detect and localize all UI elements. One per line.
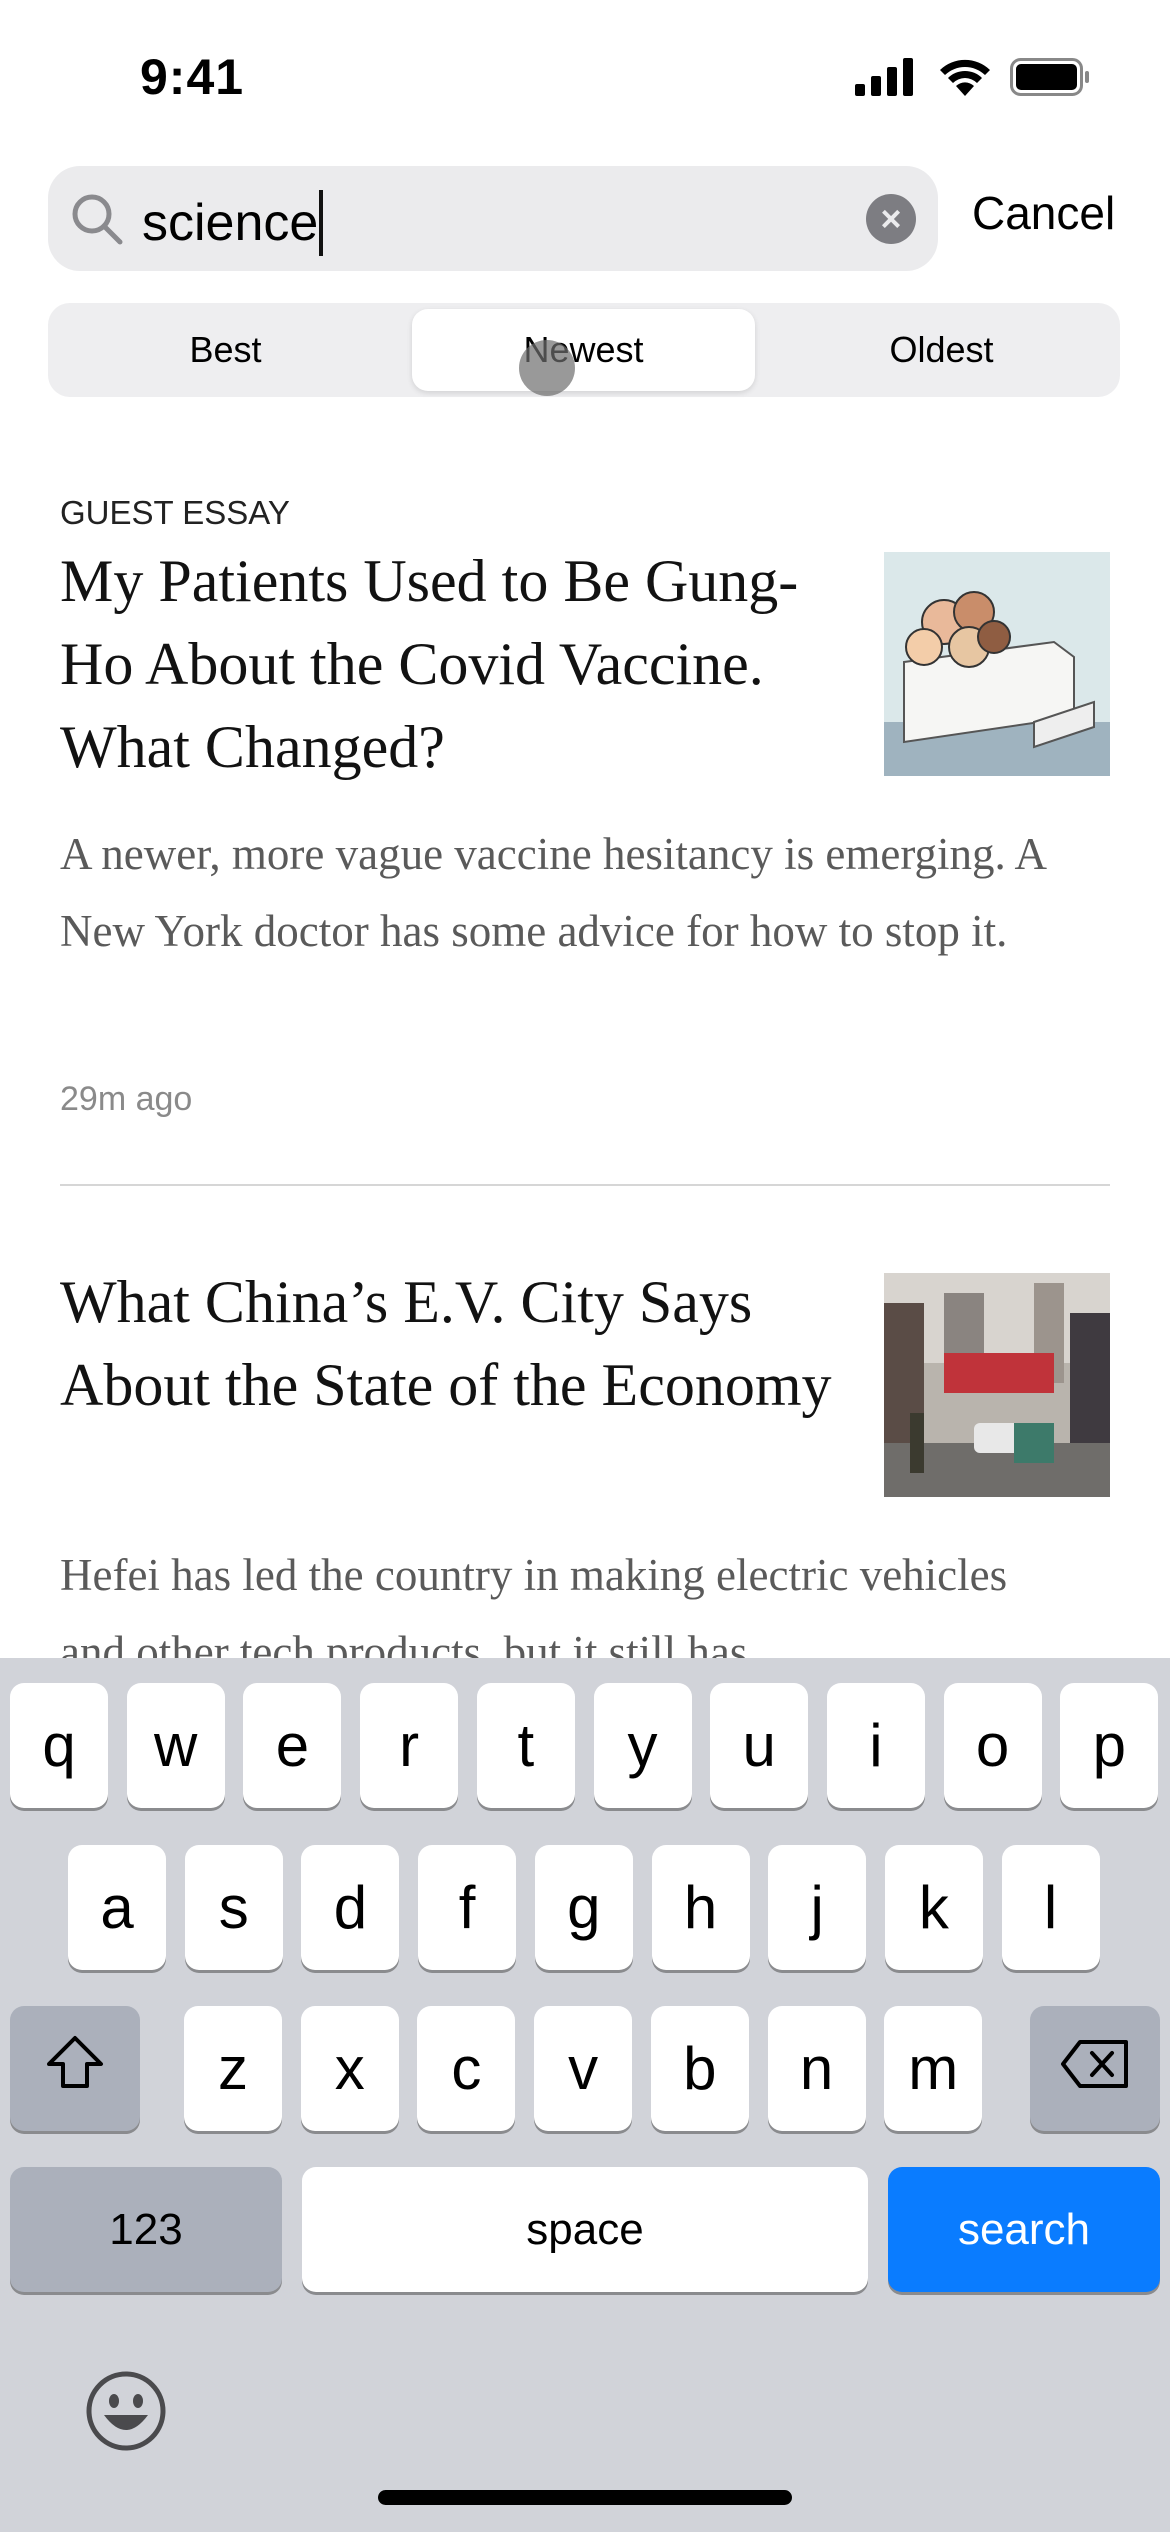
key-z[interactable]: z — [184, 2006, 282, 2131]
close-icon: × — [880, 198, 902, 239]
article-thumbnail[interactable] — [884, 552, 1110, 776]
key-q[interactable]: q — [10, 1683, 108, 1808]
key-e[interactable]: e — [243, 1683, 342, 1808]
key-x[interactable]: x — [300, 2006, 399, 2131]
key-r[interactable]: r — [360, 1683, 459, 1808]
home-indicator[interactable] — [378, 2490, 792, 2505]
key-w[interactable]: w — [126, 1683, 225, 1808]
key-y[interactable]: y — [593, 1683, 692, 1808]
text-caret — [319, 190, 324, 256]
shift-icon — [45, 2034, 105, 2104]
key-u[interactable]: u — [710, 1683, 809, 1808]
sort-segmented-control: Best Newest Oldest — [48, 303, 1120, 397]
emoji-button[interactable] — [84, 2369, 168, 2458]
article-headline[interactable]: My Patients Used to Be Gung-Ho About the… — [60, 540, 840, 789]
key-b[interactable]: b — [650, 2006, 749, 2131]
key-a[interactable]: a — [68, 1845, 166, 1970]
article-summary: A newer, more vague vaccine hesitancy is… — [60, 829, 1045, 956]
article-timestamp: 29m ago — [60, 1080, 193, 1118]
touch-indicator — [519, 340, 575, 396]
key-h[interactable]: h — [651, 1845, 750, 1970]
tab-best[interactable]: Best — [54, 309, 397, 391]
status-time: 9:41 — [140, 49, 245, 105]
key-t[interactable]: t — [476, 1683, 575, 1808]
battery-icon — [1010, 58, 1090, 101]
key-k[interactable]: k — [884, 1845, 983, 1970]
key-g[interactable]: g — [534, 1845, 633, 1970]
keyboard: qwertyuiop asdfghjkl zxcvbnm 123 space sea… — [0, 1658, 1170, 2532]
key-i[interactable]: i — [826, 1683, 925, 1808]
article-thumbnail[interactable] — [884, 1273, 1110, 1497]
key-f[interactable]: f — [418, 1845, 517, 1970]
backspace-icon — [1060, 2034, 1130, 2103]
delete-key[interactable] — [1030, 2006, 1160, 2131]
wifi-icon — [938, 56, 992, 101]
key-m[interactable]: m — [884, 2006, 983, 2131]
divider — [60, 1184, 1110, 1186]
numbers-key[interactable]: 123 — [10, 2167, 282, 2292]
key-p[interactable]: p — [1060, 1683, 1159, 1808]
shift-key[interactable] — [10, 2006, 140, 2131]
key-d[interactable]: d — [301, 1845, 400, 1970]
key-l[interactable]: l — [1001, 1845, 1100, 1970]
tab-newest[interactable]: Newest — [412, 309, 755, 391]
key-s[interactable]: s — [184, 1845, 283, 1970]
key-n[interactable]: n — [767, 2006, 866, 2131]
space-key[interactable]: space — [302, 2167, 868, 2292]
search-icon — [70, 192, 126, 253]
search-input[interactable]: science — [142, 193, 318, 253]
cellular-signal-icon — [855, 58, 915, 101]
key-v[interactable]: v — [534, 2006, 633, 2131]
search-field[interactable]: science × — [48, 166, 938, 271]
clear-search-button[interactable]: × — [866, 194, 916, 244]
emoji-icon — [84, 2371, 168, 2457]
search-key[interactable]: search — [888, 2167, 1160, 2292]
tab-oldest[interactable]: Oldest — [770, 309, 1113, 391]
cancel-button[interactable]: Cancel — [972, 186, 1115, 240]
article-headline[interactable]: What China’s E.V. City Says About the St… — [60, 1261, 840, 1427]
key-j[interactable]: j — [768, 1845, 867, 1970]
article-kicker: GUEST ESSAY — [60, 494, 290, 531]
key-c[interactable]: c — [417, 2006, 516, 2131]
key-o[interactable]: o — [943, 1683, 1042, 1808]
